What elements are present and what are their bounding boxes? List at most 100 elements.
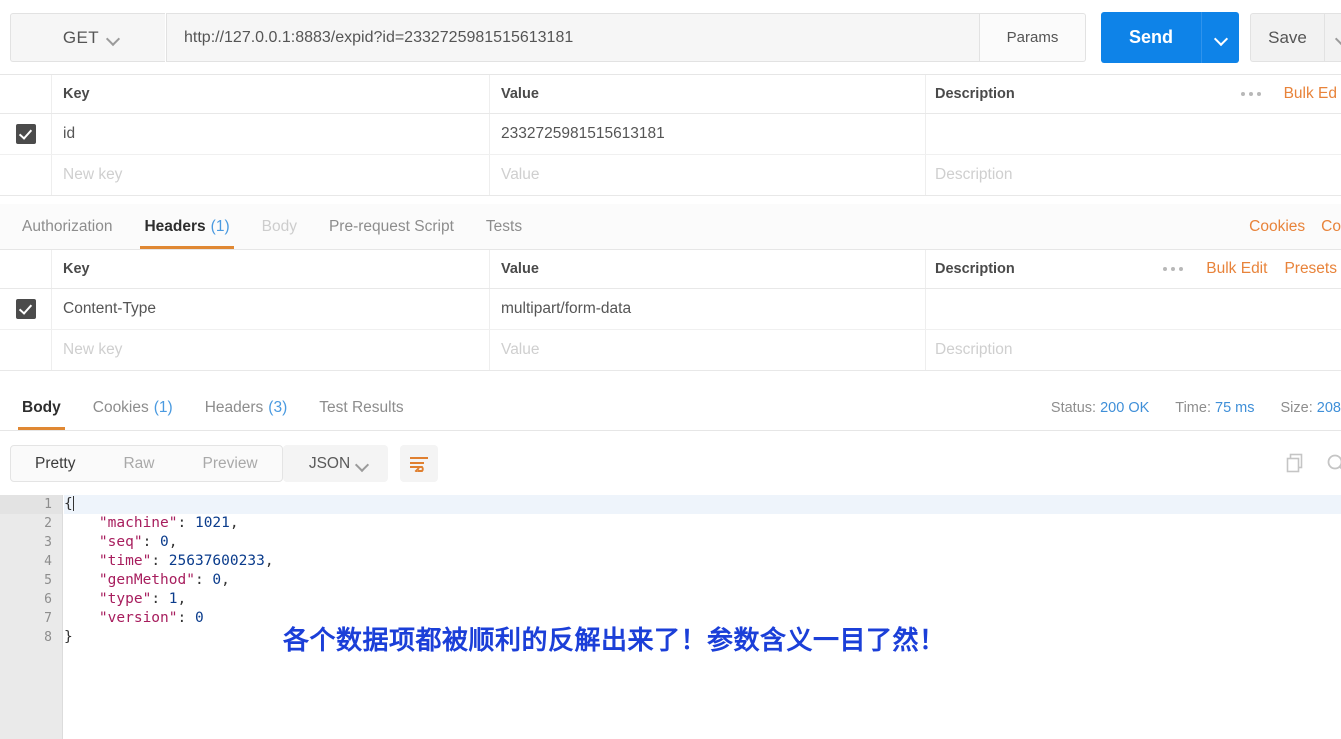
code-token: : [142, 534, 161, 550]
headers-new-key-input[interactable]: New key [52, 330, 490, 370]
gutter-line: 7 [44, 611, 52, 626]
headers-table-header: Key Value Description Bulk Edit Presets [0, 250, 1341, 289]
response-tab-cookies[interactable]: Cookies (1) [77, 385, 189, 430]
gutter-line: 6 [44, 592, 52, 607]
format-label: JSON [308, 454, 351, 472]
code-token: : [151, 553, 169, 569]
format-selector[interactable]: JSON [283, 445, 388, 482]
word-wrap-icon [410, 456, 428, 472]
code-token: 0 [160, 534, 169, 550]
save-options-button[interactable] [1324, 13, 1341, 62]
code-token: 1 [168, 591, 178, 607]
request-headers-table: Key Value Description Bulk Edit Presets … [0, 250, 1341, 371]
code-token: : [151, 591, 169, 607]
code-token: : [177, 515, 195, 531]
size-badge: Size: 208 [1280, 399, 1341, 416]
params-row-check-cell [0, 114, 52, 154]
params-row-key-cell[interactable]: id [52, 114, 490, 154]
query-params-table: Key Value Description Bulk Ed id 2332725 [0, 75, 1341, 196]
ellipsis-icon[interactable] [1157, 267, 1189, 271]
params-new-value-input[interactable]: Value [490, 155, 926, 195]
view-mode-raw[interactable]: Raw [99, 446, 178, 481]
headers-new-description-input[interactable]: Description [926, 330, 1341, 370]
word-wrap-button[interactable] [400, 445, 438, 482]
code-lines[interactable]: { "machine": 1021, "seq": 0, "time": 256… [64, 495, 1341, 739]
code-token: : [177, 610, 195, 626]
code-token: "type" [64, 591, 152, 607]
code-token: "machine" [64, 515, 178, 531]
tab-headers[interactable]: Headers (1) [128, 204, 245, 249]
send-options-button[interactable] [1201, 12, 1239, 63]
tab-tests[interactable]: Tests [470, 204, 538, 249]
presets-link[interactable]: Presets [1284, 260, 1337, 278]
tab-body[interactable]: Body [246, 204, 313, 249]
tab-pre-request-script[interactable]: Pre-request Script [313, 204, 470, 249]
save-button[interactable]: Save [1250, 13, 1324, 62]
params-header-actions: Bulk Ed [1235, 85, 1341, 103]
params-new-check-cell [0, 155, 52, 195]
code-token: , [221, 572, 230, 588]
search-icon [1327, 454, 1341, 470]
code-link[interactable]: Co [1321, 218, 1341, 236]
copy-button[interactable] [1285, 453, 1305, 478]
view-mode-pretty[interactable]: Pretty [11, 446, 99, 481]
response-tab-test-results[interactable]: Test Results [303, 385, 419, 430]
response-tab-headers[interactable]: Headers (3) [189, 385, 304, 430]
view-mode-preview[interactable]: Preview [179, 446, 282, 481]
code-line: { [64, 495, 1341, 514]
http-method-selector[interactable]: GET [10, 13, 165, 62]
gutter-line: 3 [44, 535, 52, 550]
http-method-label: GET [62, 27, 100, 47]
params-table-header: Key Value Description Bulk Ed [0, 75, 1341, 114]
code-line: "genMethod": 0, [64, 571, 1341, 590]
headers-new-row[interactable]: New key Value Description [0, 330, 1341, 371]
params-header-value-cell: Value [490, 75, 926, 113]
code-token: , [229, 515, 239, 531]
annotation-text: 各个数据项都被顺利的反解出来了！参数含义一目了然！ [283, 626, 946, 656]
params-new-row[interactable]: New key Value Description [0, 155, 1341, 196]
code-token: 1021 [194, 515, 230, 531]
copy-icon [1286, 453, 1303, 473]
bulk-edit-link[interactable]: Bulk Ed [1284, 85, 1337, 103]
params-new-description-input[interactable]: Description [926, 155, 1341, 195]
bulk-edit-link[interactable]: Bulk Edit [1206, 260, 1267, 278]
request-tabs-links: Cookies Co [1249, 204, 1341, 249]
gutter-line: 8 [44, 630, 52, 645]
params-row-value-cell[interactable]: 2332725981515613181 [490, 114, 926, 154]
row-checkbox[interactable] [15, 124, 36, 144]
headers-new-check-cell [0, 330, 52, 370]
code-token: 0 [212, 572, 222, 588]
code-line: "seq": 0, [64, 533, 1341, 552]
params-button[interactable]: Params [980, 13, 1086, 62]
table-row[interactable]: id 2332725981515613181 [0, 114, 1341, 155]
response-body-toolbar: Pretty Raw Preview JSON [0, 431, 1341, 495]
code-token: "seq" [64, 534, 143, 550]
gutter-line: 5 [44, 573, 52, 588]
ellipsis-icon[interactable] [1235, 92, 1267, 96]
params-header-check-cell [0, 75, 52, 113]
gutter-line: 4 [44, 554, 52, 569]
code-token: "time" [64, 553, 152, 569]
headers-new-value-input[interactable]: Value [490, 330, 926, 370]
headers-row-value-cell[interactable]: multipart/form-data [490, 289, 926, 329]
code-token: { [64, 496, 73, 512]
headers-row-key-cell[interactable]: Content-Type [52, 289, 490, 329]
tab-authorization[interactable]: Authorization [6, 204, 128, 249]
request-tabs: Authorization Headers (1) Body Pre-reque… [0, 204, 1341, 250]
cookies-link[interactable]: Cookies [1249, 218, 1305, 236]
search-button[interactable] [1326, 453, 1341, 478]
send-button[interactable]: Send [1101, 12, 1201, 63]
headers-header-actions: Bulk Edit Presets [1157, 260, 1341, 278]
row-checkbox[interactable] [15, 299, 36, 319]
save-label: Save [1268, 27, 1307, 47]
table-row[interactable]: Content-Type multipart/form-data [0, 289, 1341, 330]
code-token: 25637600233 [168, 553, 265, 569]
headers-header-key-cell: Key [52, 250, 490, 288]
response-body-code: 1 2 3 4 5 6 7 8 { "machine": 1021, "seq": 0, "t… [0, 495, 1341, 739]
params-new-key-input[interactable]: New key [52, 155, 490, 195]
params-row-description-cell[interactable] [926, 114, 1341, 154]
url-text: http://127.0.0.1:8883/expid?id=233272598… [184, 28, 574, 46]
headers-row-description-cell[interactable] [926, 289, 1341, 329]
response-tab-body[interactable]: Body [6, 385, 77, 430]
url-input[interactable]: http://127.0.0.1:8883/expid?id=233272598… [166, 13, 980, 62]
